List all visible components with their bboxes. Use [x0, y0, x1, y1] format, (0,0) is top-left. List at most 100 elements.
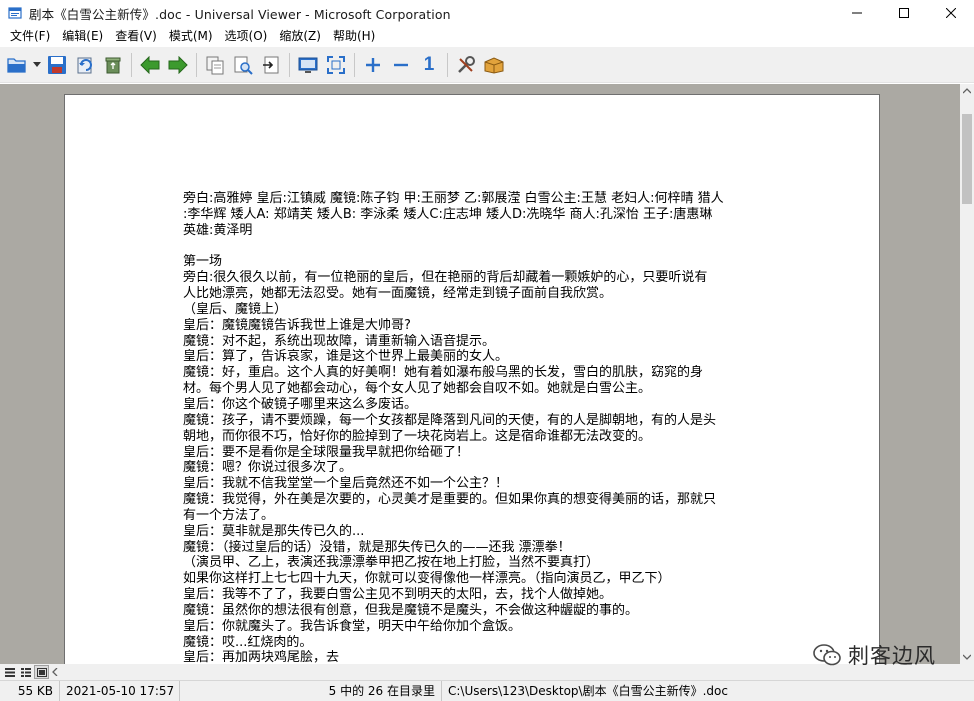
maximize-button[interactable] — [880, 0, 927, 26]
status-bar: 55 KB 2021-05-10 17:57 5 中的 26 在目录里 C:\U… — [0, 680, 974, 701]
document-line: 皇后：我等不了了，我要白雪公主见不到明天的太阳，去，找个人做掉她。 — [183, 587, 613, 603]
document-line: （演员甲、乙上，表演还我漂漂拳甲把乙按在地上打脸，当然不要真打） — [183, 555, 600, 571]
copy-icon — [206, 56, 224, 74]
export-button[interactable] — [257, 50, 285, 80]
chevron-down-icon — [33, 61, 41, 67]
chevron-down-icon — [963, 654, 971, 660]
document-line: 魔镜：对不起，系统出现故障，请重新输入语音提示。 — [183, 333, 496, 349]
scroll-left-button[interactable] — [48, 665, 62, 679]
maximize-icon — [898, 8, 909, 18]
status-file-size: 55 KB — [0, 680, 60, 701]
next-file-button[interactable] — [164, 50, 192, 80]
document-line: 旁白:很久很久以前，有一位艳丽的皇后，但在艳丽的背后却藏着一颗嫉妒的心，只要听说… — [183, 270, 708, 286]
reload-button[interactable] — [71, 50, 99, 80]
menu-options[interactable]: 选项(O) — [219, 26, 274, 47]
document-line: 魔镜：好，重启。这个人真的好美啊！她有着如瀑布般乌黑的长发，雪白的肌肤，窈窕的身 — [183, 365, 704, 381]
menu-edit[interactable]: 编辑(E) — [56, 26, 109, 47]
details-icon — [20, 667, 31, 677]
document-line: 朝地，而你很不巧，恰好你的脸掉到了一块花岗岩上。这是宿命谁都无法改变的。 — [183, 428, 652, 444]
document-line: 人比她漂亮，她都无法忍受。她有一面魔镜，经常走到镜子面前自我欣赏。 — [183, 286, 613, 302]
scroll-down-button[interactable] — [960, 650, 974, 664]
watermark: 刺客边风 — [812, 640, 936, 670]
document-line: 皇后：我就不信我堂堂一个皇后竟然还不如一个公主？！ — [183, 476, 509, 492]
open-dropdown-button[interactable] — [31, 50, 43, 80]
open-folder-icon — [7, 57, 26, 73]
chevron-left-icon — [52, 668, 58, 676]
print-preview-button[interactable] — [229, 50, 257, 80]
menu-view[interactable]: 查看(V) — [109, 26, 163, 47]
options-button[interactable] — [452, 50, 480, 80]
scroll-thumb[interactable] — [962, 114, 972, 204]
zoom-in-button[interactable] — [359, 50, 387, 80]
zoom-out-button[interactable] — [387, 50, 415, 80]
document-line: 英雄:黄泽明 — [183, 222, 253, 238]
document-line: 皇后：要不是看你是全球限量我早就把你给砸了！ — [183, 444, 470, 460]
toolbar-separator — [354, 52, 355, 77]
menu-file[interactable]: 文件(F) — [4, 26, 56, 47]
toolbar-separator — [131, 52, 132, 77]
document-text: 旁白:高雅婷 皇后:江镇威 魔镜:陈子钧 甲:王丽梦 乙:郭展滢 白雪公主:王慧… — [183, 191, 765, 664]
previous-file-button[interactable] — [136, 50, 164, 80]
close-icon — [945, 8, 956, 18]
document-line: 皇后：你这个破镜子哪里来这么多废话。 — [183, 396, 418, 412]
monitor-icon — [298, 57, 318, 73]
toolbar-separator — [447, 52, 448, 77]
close-button[interactable] — [927, 0, 974, 26]
wechat-icon — [813, 644, 841, 666]
document-line: 有一个方法了。 — [183, 507, 275, 523]
copy-button[interactable] — [201, 50, 229, 80]
plus-icon — [366, 57, 380, 72]
toolbar-separator — [289, 52, 290, 77]
document-line: 魔镜：孩子，请不要烦躁，每一个女孩都是降落到凡间的天使，有的人是脚朝地，有的人是… — [183, 412, 717, 428]
toolbar-separator — [196, 52, 197, 77]
view-tab-text[interactable] — [2, 665, 17, 679]
window-title: 剧本《白雪公主新传》.doc - Universal Viewer - Micr… — [29, 6, 451, 22]
document-line: 魔镜：我觉得，外在美是次要的，心灵美才是重要的。但如果你真的想变得美丽的话，那就… — [183, 492, 717, 508]
fullscreen-icon — [327, 55, 345, 74]
view-tab-document[interactable] — [34, 665, 49, 679]
plugins-button[interactable] — [480, 50, 508, 80]
document-line: 如果你这样打上七七四十九天，你就可以变得像他一样漂亮。（指向演员乙，甲乙下） — [183, 571, 671, 587]
reload-icon — [77, 57, 92, 73]
save-button[interactable] — [43, 50, 71, 80]
menu-zoom[interactable]: 缩放(Z) — [273, 26, 327, 47]
menu-help[interactable]: 帮助(H) — [327, 26, 381, 47]
status-path: C:\Users\123\Desktop\剧本《白雪公主新传》.doc — [448, 683, 728, 698]
fullscreen-button[interactable] — [322, 50, 350, 80]
view-tab-details[interactable] — [18, 665, 33, 679]
document-line: 皇后：莫非就是那失传已久的... — [183, 523, 365, 539]
document-line: 旁白:高雅婷 皇后:江镇威 魔镜:陈子钧 甲:王丽梦 乙:郭展滢 白雪公主:王慧… — [183, 191, 724, 206]
toolbar: 1 — [0, 47, 974, 83]
document-line: 皇后：算了，告诉哀家，谁是这个世界上最美丽的女人。 — [183, 349, 509, 365]
recycle-button[interactable] — [99, 50, 127, 80]
title-bar: 剧本《白雪公主新传》.doc - Universal Viewer - Micr… — [0, 0, 974, 26]
document-line: 皇后：魔镜魔镜告诉我世上谁是大帅哥? — [183, 317, 411, 333]
document-line: 魔镜：虽然你的想法很有创意，但我是魔镜不是魔头，不会做这种龌龊的事的。 — [183, 602, 639, 618]
document-line: 皇后：再加两块鸡尾脍，去 — [183, 650, 340, 664]
app-icon — [8, 6, 22, 20]
menu-mode[interactable]: 模式(M) — [163, 26, 219, 47]
minimize-icon — [851, 12, 862, 14]
document-view-icon — [36, 667, 47, 677]
scroll-up-button[interactable] — [960, 84, 974, 98]
box-icon — [484, 56, 504, 74]
menu-bar: 文件(F) 编辑(E) 查看(V) 模式(M) 选项(O) 缩放(Z) 帮助(H… — [0, 26, 974, 47]
minus-icon — [394, 63, 408, 66]
vertical-scrollbar[interactable] — [960, 84, 974, 664]
open-button[interactable] — [3, 50, 31, 80]
save-icon — [48, 55, 66, 74]
recycle-bin-icon — [105, 57, 121, 73]
document-line: :李华辉 矮人A: 郑靖芙 矮人B: 李泳柔 矮人C:庄志坤 矮人D:冼晓华 商… — [183, 206, 713, 222]
minimize-button[interactable] — [833, 0, 880, 26]
document-page: 旁白:高雅婷 皇后:江镇威 魔镜:陈子钧 甲:王丽梦 乙:郭展滢 白雪公主:王慧… — [64, 94, 880, 664]
document-line: 材。每个男人见了她都会动心，每个女人见了她都会自叹不如。她就是白雪公主。 — [183, 381, 652, 397]
document-viewer[interactable]: 旁白:高雅婷 皇后:江镇威 魔镜:陈子钧 甲:王丽梦 乙:郭展滢 白雪公主:王慧… — [0, 84, 960, 664]
arrow-right-icon — [168, 55, 188, 74]
zoom-reset-button[interactable]: 1 — [415, 50, 443, 80]
fit-window-button[interactable] — [294, 50, 322, 80]
tools-icon — [458, 55, 475, 73]
list-icon — [4, 667, 15, 677]
document-line: 第一场 — [183, 254, 223, 270]
export-icon — [263, 56, 279, 73]
